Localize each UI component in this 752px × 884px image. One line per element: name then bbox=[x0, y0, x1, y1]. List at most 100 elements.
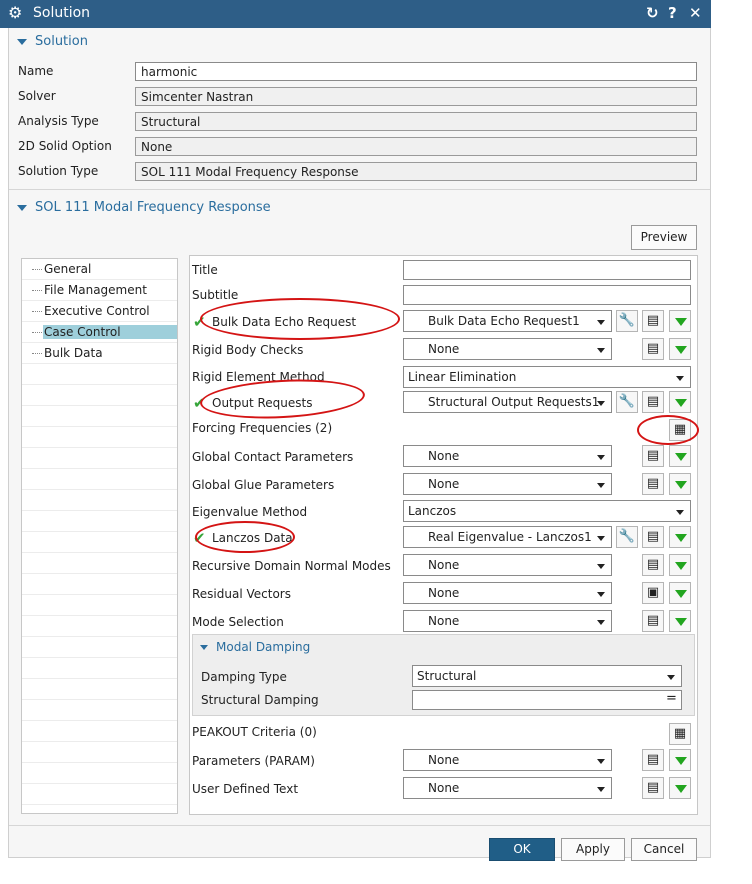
create-modeling-object-icon[interactable]: ▤ bbox=[642, 391, 664, 413]
green-arrow-icon[interactable] bbox=[669, 582, 691, 604]
global-glue-label: Global Glue Parameters bbox=[192, 478, 335, 492]
equals-icon[interactable]: = bbox=[666, 691, 677, 706]
chevron-down-icon bbox=[597, 787, 605, 792]
create-modeling-object-icon[interactable]: ▤ bbox=[642, 749, 664, 771]
solution-type-field: SOL 111 Modal Frequency Response bbox=[135, 162, 697, 181]
gear-icon: ⚙ bbox=[8, 3, 23, 22]
navigation-tree: General File Management Executive Contro… bbox=[21, 258, 178, 814]
create-modeling-object-icon[interactable]: ▤ bbox=[642, 445, 664, 467]
chevron-down-icon bbox=[597, 401, 605, 406]
green-arrow-icon[interactable] bbox=[669, 610, 691, 632]
green-arrow-icon[interactable] bbox=[669, 310, 691, 332]
create-modeling-object-icon[interactable]: ▤ bbox=[642, 338, 664, 360]
cancel-button[interactable]: Cancel bbox=[631, 838, 697, 861]
subtitle-input[interactable] bbox=[403, 285, 691, 305]
annotation-circle bbox=[195, 521, 295, 553]
global-contact-dropdown[interactable]: None bbox=[403, 445, 612, 467]
forcing-freq-label: Forcing Frequencies (2) bbox=[192, 421, 333, 435]
wrench-icon[interactable]: 🔧 bbox=[616, 310, 638, 332]
annotation-circle bbox=[637, 415, 699, 445]
preview-button[interactable]: Preview bbox=[631, 225, 697, 250]
chevron-down-icon bbox=[597, 455, 605, 460]
mode-selection-label: Mode Selection bbox=[192, 615, 284, 629]
chevron-down-icon bbox=[597, 564, 605, 569]
window-title: Solution bbox=[33, 5, 91, 21]
structural-damping-label: Structural Damping bbox=[201, 693, 319, 707]
rigid-body-label: Rigid Body Checks bbox=[192, 343, 304, 357]
structural-damping-input[interactable] bbox=[412, 690, 682, 710]
wrench-icon[interactable]: 🔧 bbox=[616, 391, 638, 413]
sol111-section-header[interactable]: SOL 111 Modal Frequency Response bbox=[17, 200, 271, 215]
green-arrow-icon[interactable] bbox=[669, 473, 691, 495]
green-arrow-icon[interactable] bbox=[669, 338, 691, 360]
name-label: Name bbox=[18, 64, 54, 78]
analysis-type-field: Structural bbox=[135, 112, 697, 131]
annotation-circle bbox=[200, 298, 400, 340]
tree-item-executive-control[interactable]: Executive Control bbox=[22, 301, 177, 322]
global-glue-dropdown[interactable]: None bbox=[403, 473, 612, 495]
rdmm-dropdown[interactable]: None bbox=[403, 554, 612, 576]
residual-dropdown[interactable]: None bbox=[403, 582, 612, 604]
rigid-element-dropdown[interactable]: Linear Elimination bbox=[403, 366, 691, 388]
create-modeling-object-icon[interactable]: ▤ bbox=[642, 310, 664, 332]
chevron-down-icon bbox=[676, 376, 684, 381]
title-bar: ⚙ Solution ↻ ? ✕ bbox=[0, 0, 711, 28]
tree-item-bulk-data[interactable]: Bulk Data bbox=[22, 343, 177, 364]
chevron-down-icon bbox=[597, 483, 605, 488]
green-arrow-icon[interactable] bbox=[669, 445, 691, 467]
create-modeling-object-icon[interactable]: ▤ bbox=[642, 526, 664, 548]
bulk-echo-dropdown[interactable]: Bulk Data Echo Request1 bbox=[403, 310, 612, 332]
create-modeling-object-icon[interactable]: ▤ bbox=[642, 777, 664, 799]
name-field[interactable]: harmonic bbox=[135, 62, 697, 81]
mode-selection-dropdown[interactable]: None bbox=[403, 610, 612, 632]
lanczos-dropdown[interactable]: Real Eigenvalue - Lanczos1 bbox=[403, 526, 612, 548]
damping-type-dropdown[interactable]: Structural bbox=[412, 665, 682, 687]
params-dropdown[interactable]: None bbox=[403, 749, 612, 771]
green-arrow-icon[interactable] bbox=[669, 777, 691, 799]
help-icon[interactable]: ? bbox=[668, 4, 677, 22]
chevron-down-icon bbox=[597, 620, 605, 625]
close-icon[interactable]: ✕ bbox=[689, 4, 702, 22]
create-modeling-object-icon[interactable]: ▤ bbox=[642, 610, 664, 632]
table-icon[interactable]: ▦ bbox=[669, 723, 691, 745]
output-requests-dropdown[interactable]: Structural Output Requests1 bbox=[403, 391, 612, 413]
analysis-type-label: Analysis Type bbox=[18, 114, 99, 128]
solution-section-header[interactable]: Solution bbox=[17, 34, 88, 49]
chevron-down-icon bbox=[597, 592, 605, 597]
chevron-down-icon bbox=[676, 510, 684, 515]
green-arrow-icon[interactable] bbox=[669, 554, 691, 576]
tree-item-file-management[interactable]: File Management bbox=[22, 280, 177, 301]
damping-type-label: Damping Type bbox=[201, 670, 287, 684]
create-modeling-object-icon[interactable]: ▤ bbox=[642, 554, 664, 576]
create-modeling-object-icon[interactable]: ▣ bbox=[642, 582, 664, 604]
green-arrow-icon[interactable] bbox=[669, 526, 691, 548]
green-arrow-icon[interactable] bbox=[669, 749, 691, 771]
rigid-body-dropdown[interactable]: None bbox=[403, 338, 612, 360]
tree-item-general[interactable]: General bbox=[22, 259, 177, 280]
section-divider bbox=[9, 189, 710, 190]
reset-icon[interactable]: ↻ bbox=[646, 4, 659, 22]
modal-damping-header[interactable]: Modal Damping bbox=[200, 640, 310, 654]
user-text-dropdown[interactable]: None bbox=[403, 777, 612, 799]
rdmm-label: Recursive Domain Normal Modes bbox=[192, 559, 391, 573]
wrench-icon[interactable]: 🔧 bbox=[616, 526, 638, 548]
create-modeling-object-icon[interactable]: ▤ bbox=[642, 473, 664, 495]
peakout-label: PEAKOUT Criteria (0) bbox=[192, 725, 317, 739]
params-label: Parameters (PARAM) bbox=[192, 754, 315, 768]
tree-item-case-control[interactable]: Case Control bbox=[22, 322, 177, 343]
solver-field: Simcenter Nastran bbox=[135, 87, 697, 106]
solid-option-field: None bbox=[135, 137, 697, 156]
collapse-icon bbox=[17, 204, 27, 211]
collapse-icon bbox=[17, 38, 27, 45]
green-arrow-icon[interactable] bbox=[669, 391, 691, 413]
ok-button[interactable]: OK bbox=[489, 838, 555, 861]
solver-label: Solver bbox=[18, 89, 56, 103]
title-input[interactable] bbox=[403, 260, 691, 280]
eigenvalue-dropdown[interactable]: Lanczos bbox=[403, 500, 691, 522]
footer-divider bbox=[9, 825, 710, 826]
chevron-down-icon bbox=[597, 348, 605, 353]
chevron-down-icon bbox=[597, 759, 605, 764]
apply-button[interactable]: Apply bbox=[561, 838, 625, 861]
title-label: Title bbox=[192, 263, 218, 277]
chevron-down-icon bbox=[597, 536, 605, 541]
